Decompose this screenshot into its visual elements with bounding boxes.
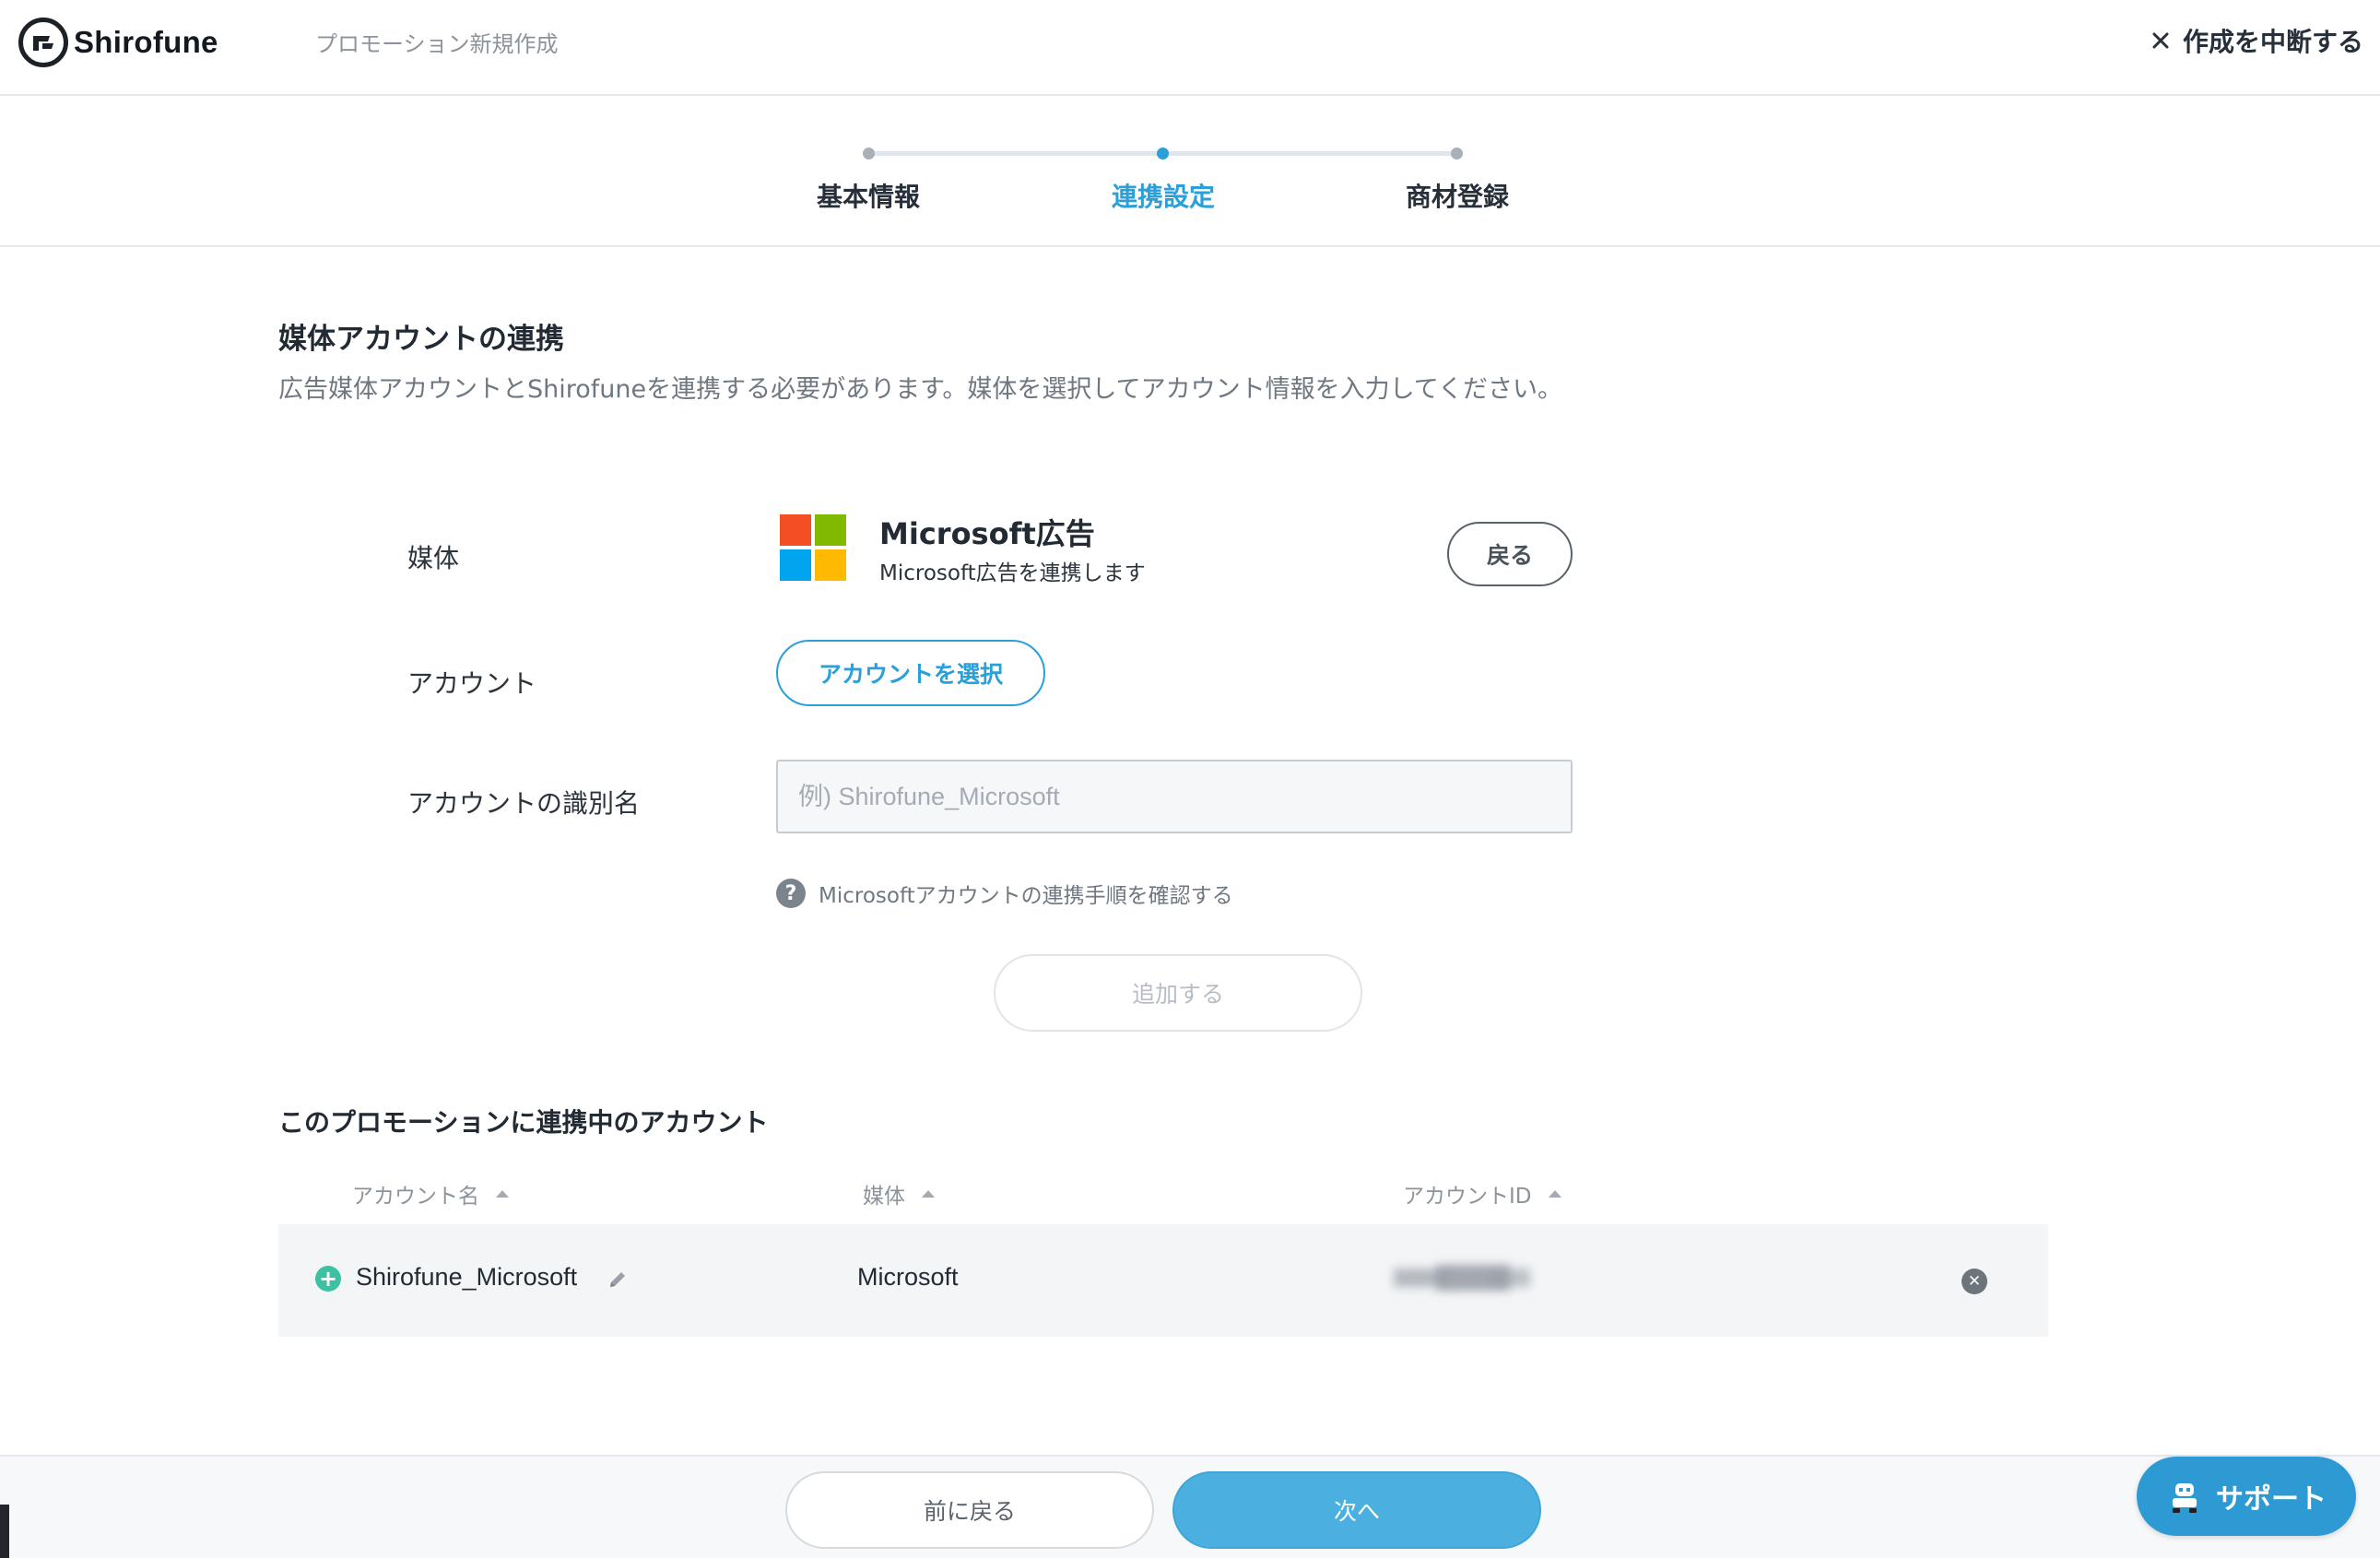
page-title: プロモーション新規作成 [315, 31, 559, 57]
help-link-text: Microsoftアカウントの連携手順を確認する [819, 884, 1233, 908]
stepper-line [1163, 151, 1458, 156]
column-header-label: アカウントID [1403, 1185, 1532, 1209]
pencil-icon[interactable] [605, 1267, 630, 1292]
step-dot-product-registration [1451, 148, 1463, 159]
step-basic-info: 基本情報 [816, 182, 921, 212]
next-button[interactable]: 次へ [1172, 1471, 1541, 1549]
stepper-line [868, 151, 1163, 156]
question-icon: ? [776, 879, 806, 908]
section-title: 媒体アカウントの連携 [278, 323, 564, 356]
shirofune-logo[interactable]: Shirofune [18, 17, 218, 68]
step-dot-link-settings [1157, 148, 1169, 159]
support-button[interactable]: サポート [2137, 1457, 2356, 1536]
section-description: 広告媒体アカウントとShirofuneを連携する必要があります。媒体を選択してア… [278, 375, 1562, 404]
sort-up-icon [922, 1190, 935, 1198]
sort-up-icon [1548, 1190, 1561, 1198]
support-label: サポート [2216, 1483, 2327, 1516]
add-button[interactable]: 追加する [994, 954, 1362, 1032]
account-label: アカウント [407, 668, 537, 699]
close-icon [2152, 32, 2169, 49]
left-edge-marker [0, 1505, 9, 1558]
media-cell: Microsoft [857, 1263, 959, 1291]
column-header-account-id[interactable]: アカウントID [1403, 1178, 1561, 1210]
table-row: + Shirofune_Microsoft Microsoft ✕ [278, 1224, 2048, 1337]
logo-tile-yellow [815, 549, 846, 581]
linked-accounts-title: このプロモーションに連携中のアカウント [278, 1107, 769, 1138]
logo-tile-red [780, 514, 811, 546]
abort-creation-button[interactable]: 作成を中断する [2151, 22, 2363, 59]
abort-label: 作成を中断する [2182, 27, 2363, 57]
progress-stepper: 基本情報 連携設定 商材登録 [0, 96, 2380, 247]
column-header-account-name[interactable]: アカウント名 [352, 1178, 509, 1210]
step-dot-basic-info [863, 148, 875, 159]
account-name-cell: Shirofune_Microsoft [356, 1263, 578, 1291]
step-product-registration: 商材登録 [1405, 182, 1510, 212]
shirofune-logo-icon [18, 18, 68, 67]
microsoft-logo-icon [780, 514, 846, 581]
media-label: 媒体 [407, 543, 460, 573]
logo-text: Shirofune [74, 25, 218, 59]
media-name: Microsoft広告 [879, 516, 1095, 551]
help-link[interactable]: ? Microsoftアカウントの連携手順を確認する [776, 878, 1233, 909]
plus-circle-icon[interactable]: + [315, 1266, 341, 1292]
column-header-label: アカウント名 [352, 1185, 479, 1209]
previous-button[interactable]: 前に戻る [785, 1471, 1154, 1549]
app-header: Shirofune プロモーション新規作成 作成を中断する [0, 0, 2380, 96]
account-id-cell-redacted [1381, 1256, 1541, 1300]
logo-tile-blue [780, 549, 811, 581]
support-robot-icon [2173, 1483, 2197, 1513]
remove-circle-icon[interactable]: ✕ [1962, 1269, 1987, 1294]
logo-tile-green [815, 514, 846, 546]
media-back-button[interactable]: 戻る [1447, 522, 1573, 586]
media-description: Microsoft広告を連携します [879, 561, 1146, 585]
account-name-input[interactable] [776, 760, 1573, 833]
select-account-button[interactable]: アカウントを選択 [776, 640, 1045, 706]
sort-up-icon [496, 1190, 509, 1198]
step-link-settings: 連携設定 [1111, 182, 1216, 212]
account-name-label: アカウントの識別名 [407, 788, 641, 819]
column-header-label: 媒体 [863, 1185, 905, 1209]
column-header-media[interactable]: 媒体 [863, 1178, 935, 1210]
